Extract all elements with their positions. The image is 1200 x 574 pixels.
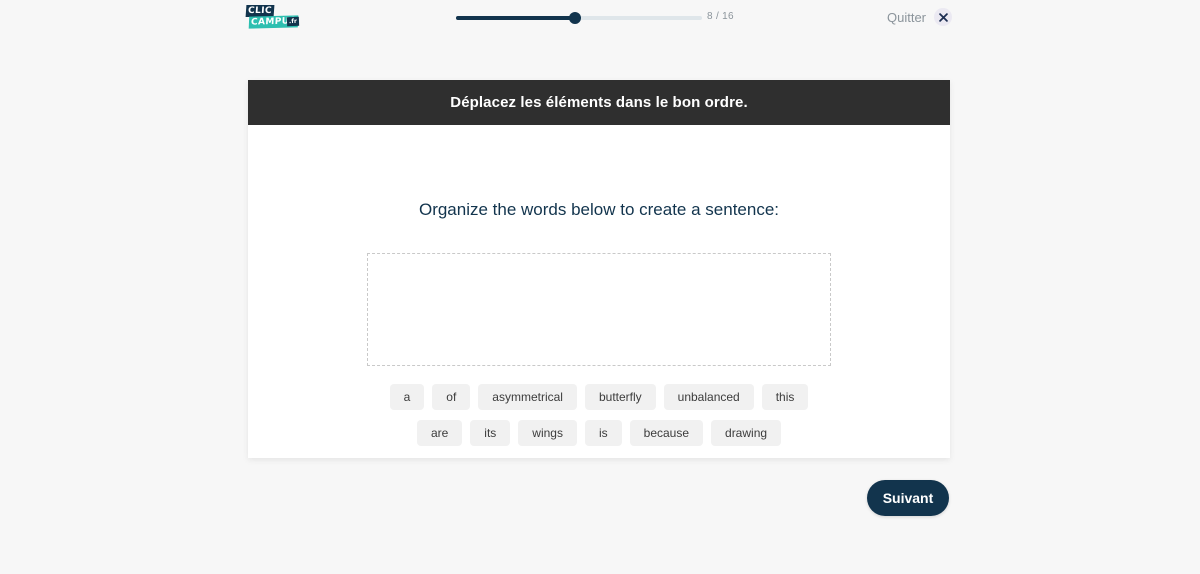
exercise-card: Déplacez les éléments dans le bon ordre.… [248, 80, 950, 458]
card-header: Déplacez les éléments dans le bon ordre. [248, 80, 950, 125]
word-bank: a of asymmetrical butterfly unbalanced t… [248, 384, 950, 456]
word-chip[interactable]: this [761, 384, 809, 410]
answer-dropzone[interactable] [367, 253, 831, 366]
question-prompt: Organize the words below to create a sen… [418, 200, 780, 219]
word-chip[interactable]: wings [518, 420, 577, 446]
logo-tld-badge: .fr [286, 16, 300, 27]
word-chip[interactable]: is [584, 420, 622, 446]
progress-slider[interactable] [456, 10, 702, 26]
quit-label: Quitter [886, 9, 926, 25]
progress-counter: 8 / 16 [707, 11, 734, 22]
word-chip[interactable]: its [470, 420, 511, 446]
progress-handle[interactable] [569, 12, 581, 24]
word-chip[interactable]: butterfly [584, 384, 656, 410]
word-chip[interactable]: asymmetrical [478, 384, 577, 410]
top-bar: CLIC CAMPUS .fr 8 / 16 Quitter [0, 0, 1200, 36]
card-body: Organize the words below to create a sen… [248, 125, 950, 458]
brand-logo[interactable]: CLIC CAMPUS .fr [245, 5, 304, 31]
word-chip[interactable]: a [389, 384, 425, 410]
progress-fill [456, 16, 578, 20]
close-icon[interactable] [934, 8, 952, 26]
quit-control[interactable]: Quitter [887, 8, 952, 26]
word-chip[interactable]: of [432, 384, 471, 410]
word-row-2: are its wings is because drawing [248, 420, 950, 446]
next-button[interactable]: Suivant [867, 480, 949, 516]
instruction-title: Déplacez les éléments dans le bon ordre. [450, 94, 748, 111]
word-chip[interactable]: unbalanced [663, 384, 754, 410]
word-row-1: a of asymmetrical butterfly unbalanced t… [248, 384, 950, 410]
word-chip[interactable]: are [416, 420, 463, 446]
word-chip[interactable]: drawing [711, 420, 782, 446]
word-chip[interactable]: because [629, 420, 704, 446]
